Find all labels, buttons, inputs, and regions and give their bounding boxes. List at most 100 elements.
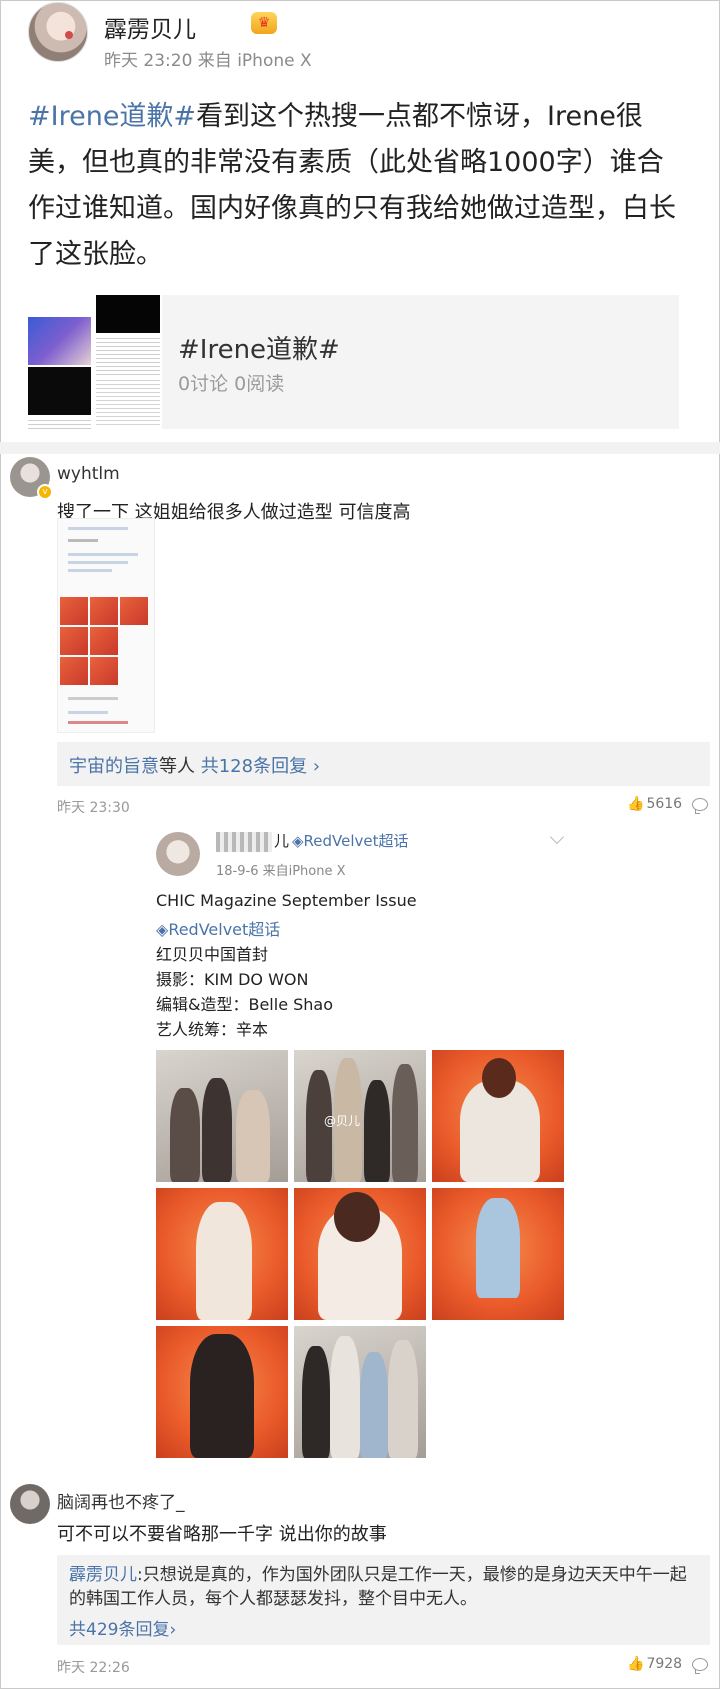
image-detail <box>68 711 108 714</box>
photo-detail <box>388 1340 418 1458</box>
thumbnail-tile <box>96 295 160 333</box>
topic-card[interactable]: #Irene道歉# 0讨论 0阅读 <box>28 295 679 429</box>
embedded-avatar <box>156 832 200 876</box>
thumbnail-tile <box>28 417 91 429</box>
like-button[interactable]: 👍 5616 <box>627 796 682 812</box>
thumbnail-tile <box>28 317 91 365</box>
topic-thumbnail <box>28 295 162 429</box>
embedded-line: CHIC Magazine September Issue <box>156 891 417 910</box>
photo-detail <box>476 1198 520 1298</box>
thumbnail-tile <box>96 335 160 375</box>
photo-detail <box>334 1192 380 1242</box>
comment-bubble-icon[interactable] <box>692 798 708 814</box>
chevron-down-icon <box>549 829 565 845</box>
post-meta: 昨天 23:20 来自 iPhone X <box>104 51 312 71</box>
photo-detail <box>202 1078 232 1182</box>
comment-text: 可不可以不要省略那一千字 说出你的故事 <box>57 1524 387 1545</box>
author-avatar[interactable] <box>28 2 88 62</box>
reply-user-link[interactable]: 宇宙的旨意 <box>69 756 159 777</box>
reply-middle-text: 等人 <box>159 756 195 777</box>
post-body: #Irene道歉#看到这个热搜一点都不惊讶，Irene很美，但也真的非常没有素质… <box>28 94 688 278</box>
photo-tile[interactable] <box>294 1188 426 1320</box>
commenter-name[interactable]: wyhtlm <box>57 464 120 484</box>
photo-detail <box>302 1346 330 1458</box>
like-count: 5616 <box>646 796 683 812</box>
topic-title: #Irene道歉# <box>178 335 340 365</box>
commenter-avatar[interactable]: v <box>10 457 53 500</box>
comment-time: 昨天 22:26 <box>57 1660 130 1676</box>
photo-detail <box>190 1334 254 1458</box>
chevron-right-icon: › <box>169 1620 177 1640</box>
image-detail <box>68 553 138 556</box>
image-detail <box>90 597 118 625</box>
photo-detail <box>330 1336 360 1458</box>
image-detail <box>68 561 128 564</box>
thumbs-up-icon: 👍 <box>627 796 645 812</box>
comment-image[interactable] <box>57 518 155 733</box>
embedded-meta: 18-9-6 来自iPhone X <box>216 864 346 879</box>
thumbs-up-icon: 👍 <box>627 1656 645 1672</box>
like-button[interactable]: 👍 7928 <box>627 1656 682 1672</box>
embedded-tag-text: RedVelvet超话 <box>303 832 409 850</box>
photo-detail <box>170 1088 200 1182</box>
image-detail <box>120 597 148 625</box>
photo-detail <box>364 1080 390 1182</box>
image-detail <box>60 627 88 655</box>
image-detail <box>60 657 88 685</box>
reply-body: :只想说是真的，作为国外团队只是工作一天，最惨的是身边天天中午一起的韩国工作人员… <box>69 1565 687 1609</box>
photo-watermark: @贝儿 <box>324 1114 361 1128</box>
reply-author-link[interactable]: 霹雳贝儿 <box>69 1565 137 1585</box>
photo-tile[interactable] <box>432 1188 564 1320</box>
post-header: 霹雳贝儿 ♛ 昨天 23:20 来自 iPhone X <box>28 2 688 72</box>
image-detail <box>68 539 98 542</box>
vip-crown-icon: ♛ <box>251 12 277 34</box>
photo-tile[interactable] <box>156 1326 288 1458</box>
photo-tile[interactable] <box>156 1188 288 1320</box>
reply-preview[interactable]: 霹雳贝儿:只想说是真的，作为国外团队只是工作一天，最惨的是身边天天中午一起的韩国… <box>57 1555 710 1645</box>
embedded-line: 编辑&造型：Belle Shao <box>156 995 334 1014</box>
post-hashtag-link[interactable]: #Irene道歉# <box>28 101 196 132</box>
thumbnail-tile <box>96 377 160 427</box>
embedded-line: 艺人统筹：辛本 <box>156 1020 269 1039</box>
embedded-line: ◈RedVelvet超话 <box>156 916 280 940</box>
photo-tile[interactable] <box>432 1050 564 1182</box>
reply-count-link[interactable]: 共429条回复› <box>69 1615 176 1640</box>
reply-preview-text: 霹雳贝儿:只想说是真的，作为国外团队只是工作一天，最惨的是身边天天中午一起的韩国… <box>69 1563 699 1611</box>
photo-tile[interactable] <box>156 1050 288 1182</box>
image-detail <box>90 657 118 685</box>
blurred-name <box>216 832 272 852</box>
author-name[interactable]: 霹雳贝儿 <box>104 10 196 44</box>
photo-detail <box>392 1064 418 1182</box>
replies-summary[interactable]: 宇宙的旨意等人 共128条回复 › <box>57 742 710 786</box>
section-divider <box>0 442 720 454</box>
image-detail <box>90 627 118 655</box>
photo-detail <box>482 1058 516 1098</box>
embedded-line: 摄影：KIM DO WON <box>156 970 309 989</box>
replies-summary-text[interactable]: 宇宙的旨意等人 共128条回复 › <box>69 752 320 778</box>
reply-count-link[interactable]: 共128条回复 <box>201 756 307 777</box>
topic-stats: 0讨论 0阅读 <box>178 373 285 395</box>
photo-detail <box>360 1352 388 1458</box>
embedded-line: 红贝贝中国首封 <box>156 945 269 964</box>
photo-detail <box>196 1202 252 1320</box>
comment-time: 昨天 23:30 <box>57 800 130 816</box>
diamond-icon: ◈ <box>292 832 304 850</box>
image-detail <box>68 721 128 724</box>
comment-bubble-icon[interactable] <box>692 1658 708 1674</box>
photo-tile[interactable] <box>294 1326 426 1458</box>
image-detail <box>68 569 112 572</box>
verified-badge-icon: v <box>37 484 53 500</box>
embedded-post-image[interactable]: 儿 ◈RedVelvet超话 18-9-6 来自iPhone X CHIC Ma… <box>150 820 570 1460</box>
embedded-name: 儿 <box>274 832 290 850</box>
diamond-icon: ◈ <box>156 920 169 939</box>
like-count: 7928 <box>646 1656 683 1672</box>
thumbnail-tile <box>28 367 91 415</box>
reply-count-text: 共429条回复 <box>69 1620 170 1640</box>
commenter-name[interactable]: 脑阔再也不疼了_ <box>57 1488 185 1513</box>
embedded-supertopic-tag: ◈RedVelvet超话 <box>292 830 409 851</box>
image-detail <box>60 597 88 625</box>
image-detail <box>68 527 128 530</box>
photo-tile[interactable]: @贝儿 <box>294 1050 426 1182</box>
image-detail <box>68 697 118 700</box>
commenter-avatar[interactable] <box>10 1484 50 1524</box>
